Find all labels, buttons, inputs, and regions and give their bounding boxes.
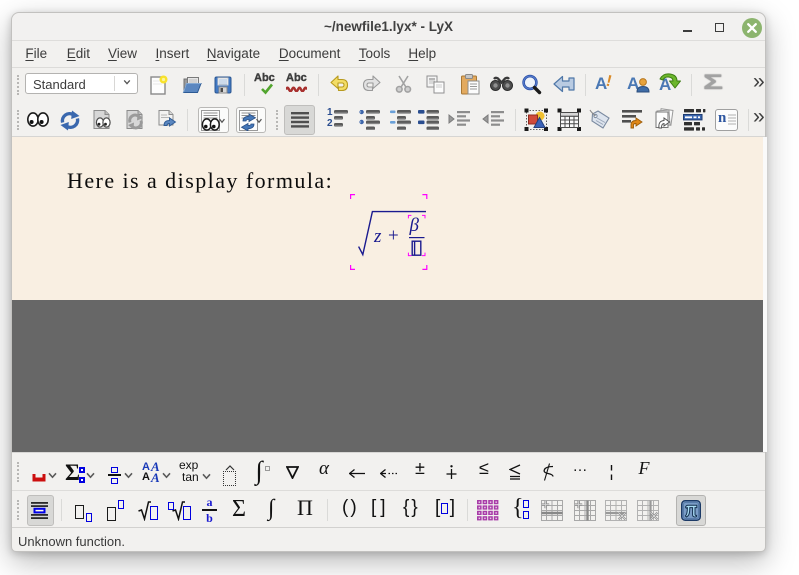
svg-text:β: β — [409, 215, 420, 236]
svg-text:z: z — [373, 226, 382, 247]
svg-text:+: + — [388, 226, 399, 247]
